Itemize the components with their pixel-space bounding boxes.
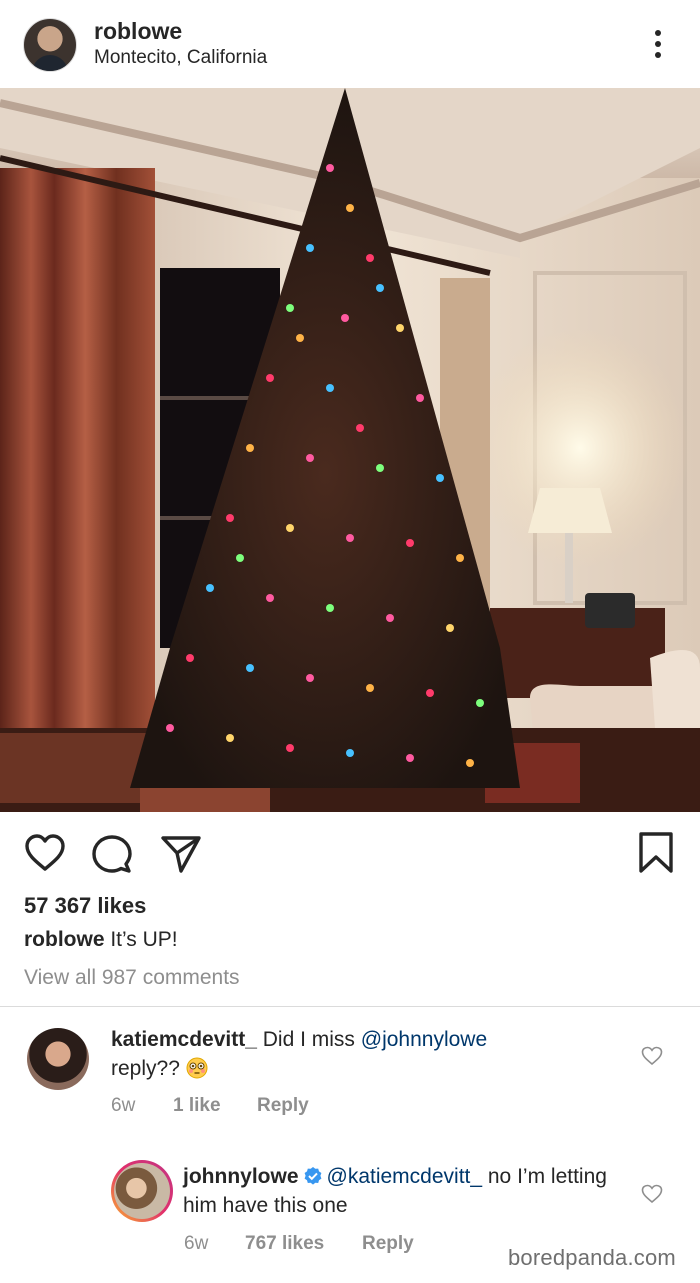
verified-badge-icon bbox=[304, 1167, 321, 1185]
post-location[interactable]: Montecito, California bbox=[94, 47, 267, 69]
likes-count[interactable]: 57 367 likes bbox=[24, 893, 146, 919]
comment-age: 6w bbox=[111, 1095, 136, 1116]
action-bar bbox=[0, 812, 700, 892]
comment-text: katiemcdevitt_ Did I miss @johnnylowe re… bbox=[111, 1025, 591, 1083]
flushed-face-emoji bbox=[186, 1057, 208, 1079]
reply-reply-button[interactable]: Reply bbox=[362, 1233, 414, 1255]
commenter-avatar[interactable] bbox=[27, 1028, 89, 1090]
comment-likes[interactable]: 1 like bbox=[173, 1095, 221, 1117]
comment-likes-label[interactable]: 1 like bbox=[173, 1095, 221, 1116]
reply-label[interactable]: Reply bbox=[257, 1095, 309, 1116]
watermark: boredpanda.com bbox=[508, 1245, 676, 1270]
comment-heart-icon[interactable] bbox=[641, 1046, 663, 1066]
poster-avatar[interactable] bbox=[23, 18, 77, 72]
more-options-icon[interactable] bbox=[646, 28, 670, 60]
mention-link[interactable]: @johnnylowe bbox=[361, 1028, 487, 1051]
comment-username[interactable]: katiemcdevitt_ bbox=[111, 1028, 257, 1051]
reply-heart-icon[interactable] bbox=[641, 1184, 663, 1204]
reply-avatar[interactable] bbox=[111, 1160, 173, 1222]
reply-likes-label[interactable]: 767 likes bbox=[245, 1233, 324, 1254]
reply-button[interactable]: Reply bbox=[257, 1095, 309, 1117]
divider bbox=[0, 1006, 700, 1007]
reply-likes[interactable]: 767 likes bbox=[245, 1233, 324, 1255]
reply-text: johnnylowe @katiemcdevitt_ no I’m lettin… bbox=[183, 1162, 613, 1220]
post-header: roblowe Montecito, California bbox=[0, 0, 700, 88]
reply-username[interactable]: johnnylowe bbox=[183, 1165, 299, 1188]
poster-username[interactable]: roblowe bbox=[94, 18, 182, 45]
caption-text: It’s UP! bbox=[104, 928, 178, 951]
comment-icon[interactable] bbox=[92, 834, 132, 874]
comment-body: Did I miss bbox=[256, 1028, 361, 1051]
christmas-tree-image bbox=[0, 88, 700, 812]
share-icon[interactable] bbox=[160, 834, 202, 874]
reply-reply-label[interactable]: Reply bbox=[362, 1233, 414, 1254]
post-caption: roblowe It’s UP! bbox=[24, 928, 178, 952]
caption-username[interactable]: roblowe bbox=[24, 928, 105, 951]
post-photo[interactable] bbox=[0, 88, 700, 812]
comment-body-cont: reply?? bbox=[111, 1057, 186, 1080]
heart-icon[interactable] bbox=[24, 834, 66, 872]
reply-age: 6w bbox=[184, 1233, 209, 1254]
mention-link[interactable]: @katiemcdevitt_ bbox=[327, 1165, 483, 1188]
view-all-comments-link[interactable]: View all 987 comments bbox=[24, 966, 240, 990]
bookmark-icon[interactable] bbox=[638, 832, 674, 874]
